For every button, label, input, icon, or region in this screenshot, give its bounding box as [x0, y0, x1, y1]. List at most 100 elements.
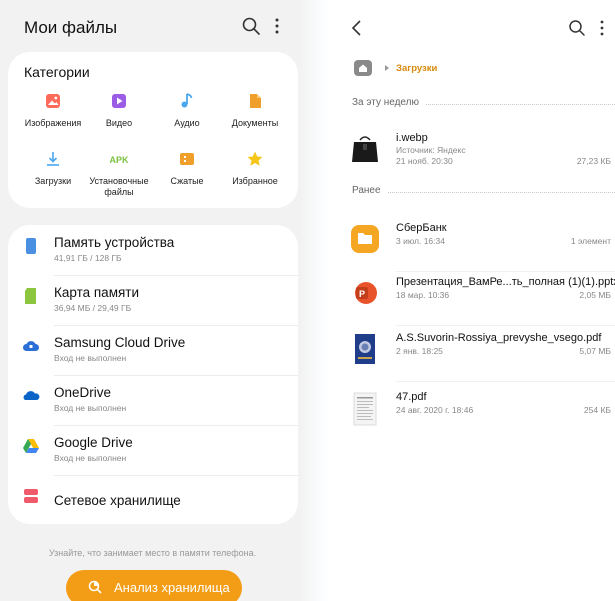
breadcrumb-arrow-icon: [385, 65, 389, 71]
storage-usage: 36,94 МБ / 29,49 ГБ: [54, 303, 132, 313]
section-this-week: За эту неделю: [352, 97, 615, 111]
category-label: Сжатые: [170, 176, 204, 186]
file-name: i.webp: [396, 132, 428, 144]
section-label: Ранее: [352, 185, 387, 196]
image-icon: [46, 94, 60, 108]
storage-status: Вход не выполнен: [54, 453, 127, 463]
svg-text:P: P: [359, 289, 365, 299]
storage-status: Вход не выполнен: [54, 403, 127, 413]
image-thumbnail-icon: [352, 136, 378, 162]
category-documents[interactable]: Документы: [218, 92, 292, 129]
file-name: A.S.Suvorin-Rossiya_prevyshe_vsego.pdf: [396, 332, 602, 344]
category-label: Видео: [105, 118, 133, 128]
category-installers[interactable]: APK Установочные файлы: [82, 150, 156, 198]
file-item[interactable]: P Презентация_ВамРе...ть_полная (1)(1).p…: [346, 272, 615, 326]
storage-name: Сетевое хранилище: [54, 493, 181, 508]
file-date: 24 авг. 2020 г. 18:46: [396, 405, 474, 415]
storage-item-network[interactable]: Сетевое хранилище: [8, 475, 298, 525]
storage-card: Память устройства 41,91 ГБ / 128 ГБ Карт…: [8, 225, 298, 524]
star-icon: [247, 151, 263, 166]
storage-name: Память устройства: [54, 235, 175, 250]
storage-item-samsung-cloud[interactable]: Samsung Cloud Drive Вход не выполнен: [8, 325, 298, 375]
divider: [396, 325, 615, 326]
samsung-cloud-icon: [23, 341, 39, 351]
app-header: Мои файлы: [0, 0, 305, 52]
category-compressed[interactable]: Сжатые: [150, 150, 224, 187]
google-drive-icon: [23, 439, 39, 453]
category-label: Загрузки: [34, 176, 72, 186]
analyze-storage-label: Анализ хранилища: [114, 580, 230, 595]
powerpoint-icon: P: [355, 282, 377, 304]
apk-icon-text: APK: [109, 155, 129, 165]
panel-divider: [300, 0, 330, 601]
category-label: Установочные файлы: [89, 176, 149, 197]
categories-card: Категории Изображения Видео Аудио Докуме…: [8, 52, 298, 208]
search-icon[interactable]: [567, 18, 587, 38]
sd-card-icon: [25, 288, 36, 304]
category-video[interactable]: Видео: [82, 92, 156, 129]
audio-icon: [181, 93, 193, 108]
folder-item[interactable]: СберБанк 3 июл. 16:34 1 элемент: [346, 218, 615, 272]
analyze-storage-button[interactable]: Анализ хранилища: [66, 570, 242, 601]
file-item[interactable]: i.webp Источник: Яндекс 21 нояб. 20:30 2…: [346, 128, 615, 182]
storage-name: Samsung Cloud Drive: [54, 335, 186, 350]
storage-item-google-drive[interactable]: Google Drive Вход не выполнен: [8, 425, 298, 475]
storage-usage: 41,91 ГБ / 128 ГБ: [54, 253, 122, 263]
apk-icon: APK: [109, 155, 129, 165]
home-icon[interactable]: [354, 60, 372, 76]
section-divider: [352, 192, 615, 193]
breadcrumb-current[interactable]: Загрузки: [396, 63, 437, 74]
video-icon: [112, 94, 126, 108]
file-item[interactable]: 47.pdf 24 авг. 2020 г. 18:46 254 КБ: [346, 387, 615, 441]
categories-title: Категории: [24, 64, 90, 80]
storage-name: Карта памяти: [54, 285, 140, 300]
file-size: 254 КБ: [583, 405, 611, 415]
storage-item-sd-card[interactable]: Карта памяти 36,94 МБ / 29,49 ГБ: [8, 275, 298, 325]
storage-status: Вход не выполнен: [54, 353, 127, 363]
my-files-panel: Мои файлы Категории Изображения Видео Ау…: [0, 0, 305, 601]
file-date: 3 июл. 16:34: [396, 236, 445, 246]
category-images[interactable]: Изображения: [16, 92, 90, 129]
file-source: Источник: Яндекс: [396, 145, 466, 155]
app-title: Мои файлы: [24, 18, 118, 37]
divider: [396, 381, 615, 382]
downloads-panel: Загрузки За эту неделю i.webp Источник: …: [330, 0, 615, 601]
category-favorites[interactable]: Избранное: [218, 150, 292, 187]
category-audio[interactable]: Аудио: [150, 92, 224, 129]
storage-item-device[interactable]: Память устройства 41,91 ГБ / 128 ГБ: [8, 225, 298, 275]
archive-icon: [180, 153, 194, 165]
file-size: 2,05 МБ: [579, 290, 611, 300]
file-name: Презентация_ВамРе...ть_полная (1)(1).ppt…: [396, 276, 615, 288]
category-label: Документы: [231, 118, 279, 128]
storage-item-onedrive[interactable]: OneDrive Вход не выполнен: [8, 375, 298, 425]
onedrive-icon: [23, 391, 40, 400]
category-label: Избранное: [232, 176, 278, 186]
search-icon[interactable]: [240, 15, 262, 37]
storage-name: Google Drive: [54, 435, 133, 450]
section-earlier: Ранее: [352, 185, 615, 199]
file-date: 18 мар. 10:36: [396, 290, 450, 300]
section-label: За эту неделю: [352, 97, 425, 108]
folder-icon: [351, 225, 379, 253]
category-downloads[interactable]: Загрузки: [16, 150, 90, 187]
more-options-icon[interactable]: [270, 15, 284, 37]
download-icon: [47, 152, 59, 166]
file-name: СберБанк: [396, 222, 447, 234]
pdf-thumbnail-icon: [355, 334, 375, 364]
file-size: 27,23 КБ: [576, 156, 611, 166]
file-size: 5,07 МБ: [579, 346, 611, 356]
network-storage-icon: [24, 489, 38, 503]
more-options-icon[interactable]: [596, 18, 608, 38]
storage-name: OneDrive: [54, 385, 112, 400]
category-label: Изображения: [24, 118, 82, 128]
storage-hint: Узнайте, что занимает место в памяти тел…: [48, 548, 257, 558]
file-item[interactable]: A.S.Suvorin-Rossiya_prevyshe_vsego.pdf 2…: [346, 328, 615, 382]
file-date: 21 нояб. 20:30: [396, 156, 453, 166]
file-date: 2 янв. 18:25: [396, 346, 443, 356]
document-icon: [250, 94, 261, 108]
file-name: 47.pdf: [396, 391, 427, 403]
analyze-icon: [88, 580, 102, 594]
category-label: Аудио: [174, 118, 200, 128]
back-icon[interactable]: [350, 18, 364, 38]
phone-storage-icon: [26, 238, 36, 254]
